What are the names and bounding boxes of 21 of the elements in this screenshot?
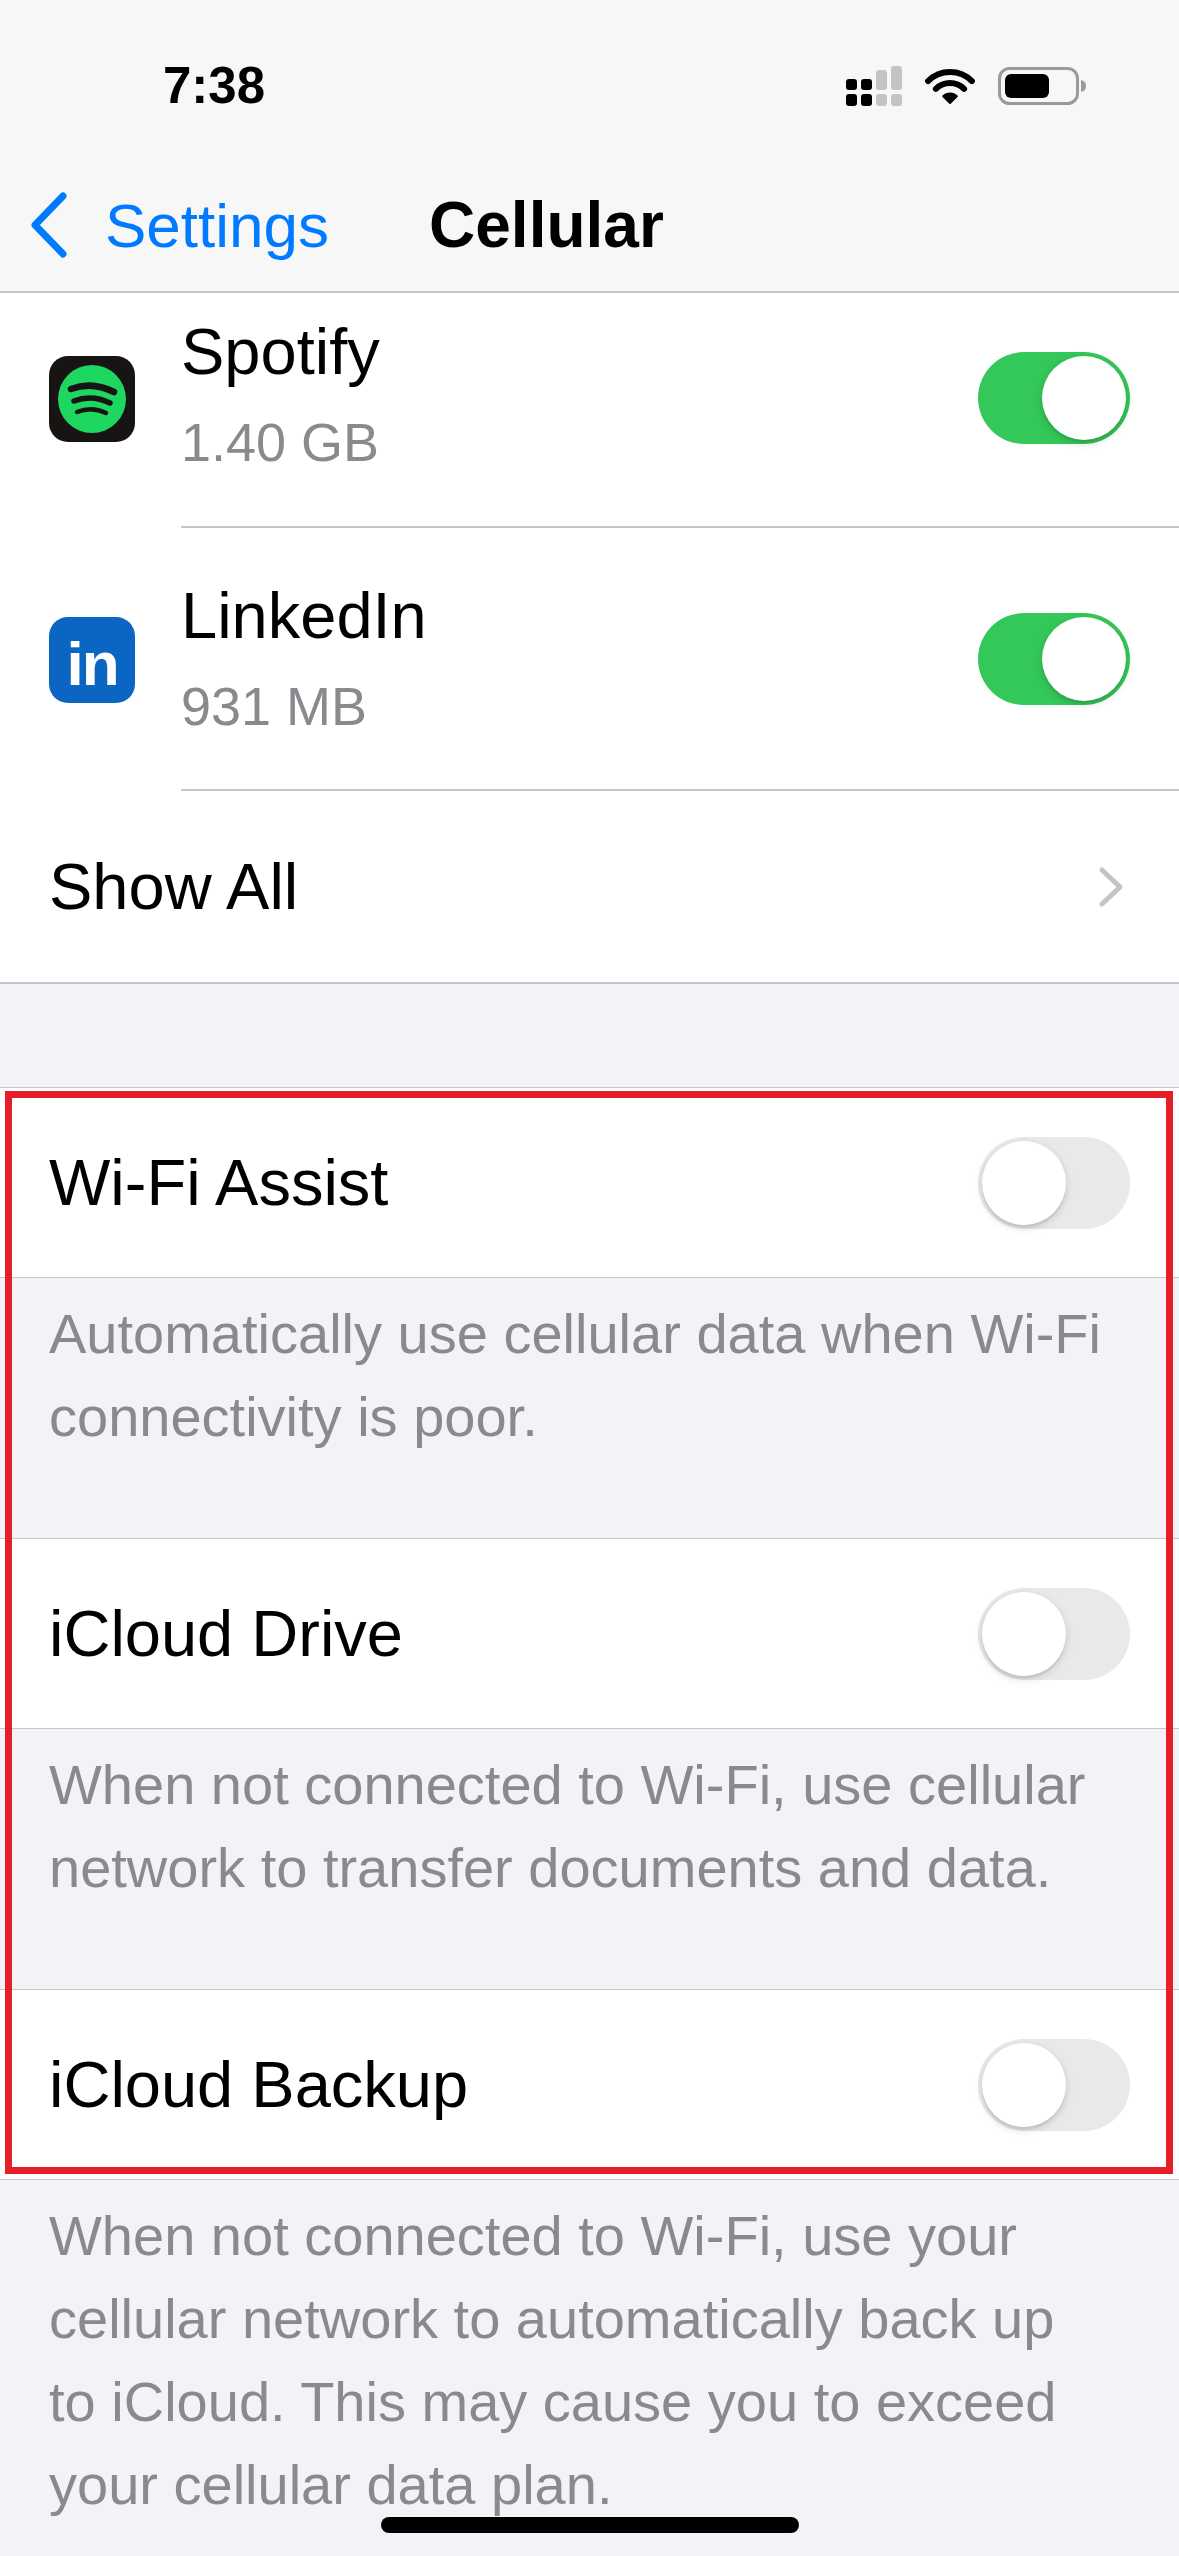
status-time: 7:38	[163, 57, 266, 115]
app-icon	[49, 356, 135, 442]
app-icon: in	[49, 616, 135, 703]
back-button[interactable]: Settings	[29, 189, 330, 262]
footer-note: When not connected to Wi-Fi, use cellular network to transfer documents and data.	[49, 1753, 1086, 1899]
show-all-item[interactable]: Show All	[0, 791, 1179, 982]
data-usage: 1.40 GB	[181, 411, 380, 474]
setting-label: iCloud Backup	[49, 2046, 469, 2123]
screen-title: Cellular	[429, 188, 664, 263]
footer-note: When not connected to Wi-Fi, use your cellular network to automatically back up to iCloud. This may cause you to exceed your cellular data plan.	[49, 2204, 1057, 2516]
chevron-icon	[1097, 865, 1125, 908]
signal-icon	[846, 66, 902, 106]
app-name: LinkedIn	[181, 577, 427, 654]
battery-icon	[998, 67, 1086, 105]
data-usage: 931 MB	[181, 674, 368, 738]
wifi-icon	[924, 67, 976, 105]
back-chevron-icon	[29, 191, 69, 260]
footer-note: Automatically use cellular data when Wi-Fi connectivity is poor.	[49, 1302, 1101, 1448]
setting-label: iCloud Drive	[49, 1595, 403, 1672]
setting-label: Wi-Fi Assist	[49, 1144, 389, 1221]
app-name: Spotify	[181, 314, 380, 390]
